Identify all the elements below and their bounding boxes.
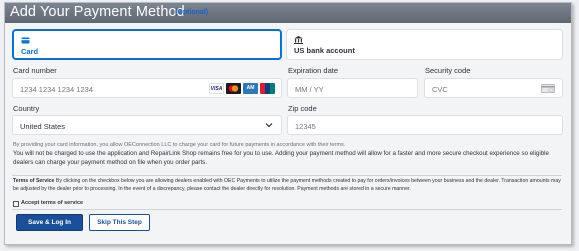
mastercard-icon [226,83,241,94]
terms-body: By clicking on the checkbox below you ar… [13,178,561,192]
amex-icon: AM [243,83,258,94]
payment-method-window: Add Your Payment Method (Optional) Card … [4,2,572,245]
country-select[interactable]: United States [12,115,282,135]
security-code-placeholder: CVC [432,85,448,94]
tab-bank-label: US bank account [294,46,355,55]
unionpay-icon [260,83,275,94]
security-code-input[interactable]: CVC [424,78,563,98]
card-number-placeholder: 1234 1234 1234 1234 [20,85,93,94]
credit-card-icon [21,37,30,44]
tab-card-label: Card [21,47,39,56]
tab-us-bank-account[interactable]: US bank account [286,29,563,60]
card-number-label: Card number [13,66,57,75]
security-code-label: Security code [425,66,471,75]
country-label: Country [13,104,40,113]
expiration-placeholder: MM / YY [295,85,324,94]
zip-code-label: Zip code [288,104,317,113]
bank-icon [294,36,303,44]
expiration-input[interactable]: MM / YY [287,78,418,98]
skip-step-button[interactable]: Skip This Step [89,214,150,231]
expiration-label: Expiration date [288,66,339,75]
cvc-card-icon [541,84,555,93]
consent-text: By providing your card information, you … [13,142,346,148]
info-text: You will not be charged to use the appli… [13,150,549,166]
terms-heading: Terms of Service [13,178,55,184]
optional-label: (Optional) [175,9,209,16]
accept-terms-checkbox[interactable] [13,201,19,207]
terms-of-service: Terms of Service By clicking on the chec… [13,178,563,193]
page-title: Add Your Payment Method [10,4,185,20]
visa-icon: VISA [209,83,224,94]
save-and-login-button[interactable]: Save & Log In [16,214,83,231]
card-brand-icons: VISA AM [209,83,275,94]
tab-card[interactable]: Card [12,29,282,60]
zip-code-input[interactable]: 12345 [287,115,563,135]
divider [12,209,562,210]
chevron-down-icon [265,123,273,128]
header-bar: Add Your Payment Method (Optional) [5,3,571,23]
accept-terms-label: Accept terms of service [21,200,84,206]
country-value: United States [20,122,66,131]
zip-code-placeholder: 12345 [295,122,316,131]
card-number-input[interactable]: 1234 1234 1234 1234 VISA AM [12,78,282,98]
divider [12,175,562,176]
